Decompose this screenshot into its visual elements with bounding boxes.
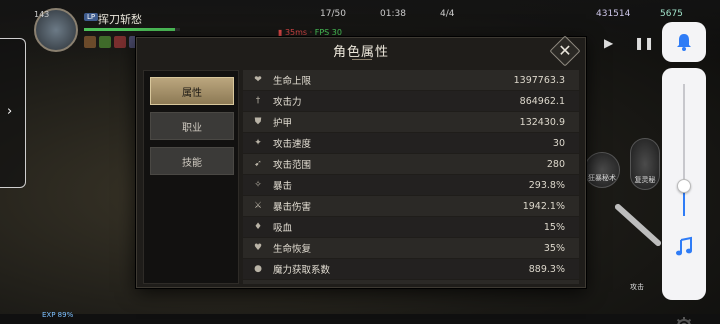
player-name: 挥刀斩愁	[98, 13, 142, 26]
regen-icon: ♥	[253, 243, 263, 253]
stat-row: ✧ 暴击 293.8%	[243, 175, 579, 195]
stat-name: 护甲	[273, 118, 293, 129]
exp-bar	[0, 314, 720, 324]
player-level: 143	[34, 10, 50, 19]
stat-row: EXP经验获取系数815%	[243, 280, 579, 284]
stat-row: ⚔ 暴击伤害 1942.1%	[243, 196, 579, 216]
stat-value: 864962.1	[519, 95, 565, 107]
stat-name: 暴击伤害	[273, 202, 312, 213]
music-icon[interactable]	[674, 236, 694, 258]
close-icon[interactable]: ✕	[554, 39, 576, 63]
fps-value: FPS 30	[314, 28, 342, 37]
stat-name: 经验获取系数	[273, 283, 459, 284]
skill-label: 复灵秘	[634, 176, 656, 184]
skill-button[interactable]: 复灵秘	[630, 138, 660, 190]
currency-gems: 431514	[596, 9, 631, 19]
volume-panel	[662, 68, 706, 324]
kill-counter: 4/4	[440, 9, 455, 19]
stat-name: 吸血	[273, 223, 293, 234]
skill-button[interactable]: 狂暴秘术	[584, 152, 620, 188]
stat-value: 889.3%	[528, 263, 565, 275]
volume-slider-thumb[interactable]	[677, 178, 691, 193]
buff-icon	[114, 36, 126, 48]
player-tag: LP	[84, 13, 99, 21]
range-icon: ➹	[254, 159, 262, 169]
stat-name: 攻击速度	[273, 139, 312, 150]
chevron-right-icon[interactable]: ›	[7, 104, 12, 119]
stats-table: ❤ 生命上限 1397763.3 † 攻击力 864962.1 ⛊ 护甲 132430.9 ✦ 攻击…	[243, 70, 579, 284]
modal-header: 角色属性 ✕	[137, 35, 585, 67]
sword-icon: †	[255, 96, 261, 106]
shield-icon: ⛊	[254, 117, 262, 127]
network-status: ▮ 35ms · FPS 30	[278, 28, 342, 37]
gear-icon[interactable]	[674, 316, 694, 324]
heart-icon: ❤	[254, 75, 262, 85]
stat-name: 暴击	[273, 181, 293, 192]
tab-class[interactable]: 职业	[150, 112, 234, 140]
attack-label: 攻击	[630, 283, 644, 291]
crit-damage-icon: ⚔	[253, 201, 263, 211]
stat-row: ⛊ 护甲 132430.9	[243, 112, 579, 132]
modal-title: 角色属性	[332, 45, 389, 60]
stat-name: 生命恢复	[273, 244, 312, 255]
stat-row: ♦ 吸血 15%	[243, 217, 579, 237]
pause-icon[interactable]: ❚❚	[634, 36, 654, 50]
stat-value: 280	[546, 158, 565, 170]
hp-bar	[84, 28, 180, 31]
stat-name: 魔力获取系数	[273, 265, 331, 276]
tab-attributes[interactable]: 属性	[150, 77, 234, 105]
buff-icon	[84, 36, 96, 48]
stat-value: 35%	[543, 242, 565, 254]
stat-row: † 攻击力 864962.1	[243, 91, 579, 111]
stat-value: 1397763.3	[513, 74, 565, 86]
hp-bar-fill	[84, 28, 176, 31]
attack-sword-icon[interactable]	[613, 202, 663, 248]
stat-row: ❤ 生命上限 1397763.3	[243, 70, 579, 90]
buff-icon	[99, 36, 111, 48]
notification-button[interactable]	[662, 22, 706, 62]
wave-counter: 17/50	[320, 9, 346, 19]
skill-label: 狂暴秘术	[588, 174, 616, 182]
stat-name: 攻击力	[273, 97, 302, 108]
stat-name: 生命上限	[273, 76, 312, 87]
buff-icons	[84, 36, 141, 48]
stat-row: ● 魔力获取系数 889.3%	[243, 259, 579, 279]
stat-value: 1942.1%	[522, 200, 565, 212]
mana-icon: ●	[254, 264, 262, 274]
stat-value: 132430.9	[519, 116, 565, 128]
tab-skills[interactable]: 技能	[150, 147, 234, 175]
signal-icon: ▮	[278, 28, 285, 37]
game-timer: 01:38	[380, 9, 406, 19]
stat-row: ✦ 攻击速度 30	[243, 133, 579, 153]
character-attributes-modal: 角色属性 ✕ 属性 职业 技能 ❤ 生命上限 1397763.3 † 攻击力 864962…	[136, 35, 586, 288]
bell-icon	[677, 34, 691, 51]
stat-value: 15%	[543, 221, 565, 233]
stat-value: 293.8%	[528, 179, 565, 191]
title-ornament	[352, 59, 372, 63]
stat-row: ♥ 生命恢复 35%	[243, 238, 579, 258]
exp-text: EXP 89%	[42, 311, 74, 319]
attribute-tabs: 属性 职业 技能	[143, 70, 239, 284]
stat-row: ➹ 攻击范围 280	[243, 154, 579, 174]
currency-crystals: 5675	[660, 9, 683, 19]
crit-icon: ✧	[254, 180, 262, 190]
side-controls	[662, 22, 706, 324]
stat-value: 30	[552, 137, 565, 149]
speed-icon: ✦	[254, 138, 262, 148]
play-icon[interactable]: ▶	[604, 36, 613, 50]
stat-name: 攻击范围	[273, 160, 312, 171]
ping-value: 35ms	[284, 28, 308, 37]
lifesteal-icon: ♦	[253, 222, 263, 232]
left-panel-toggle[interactable]	[0, 38, 26, 188]
